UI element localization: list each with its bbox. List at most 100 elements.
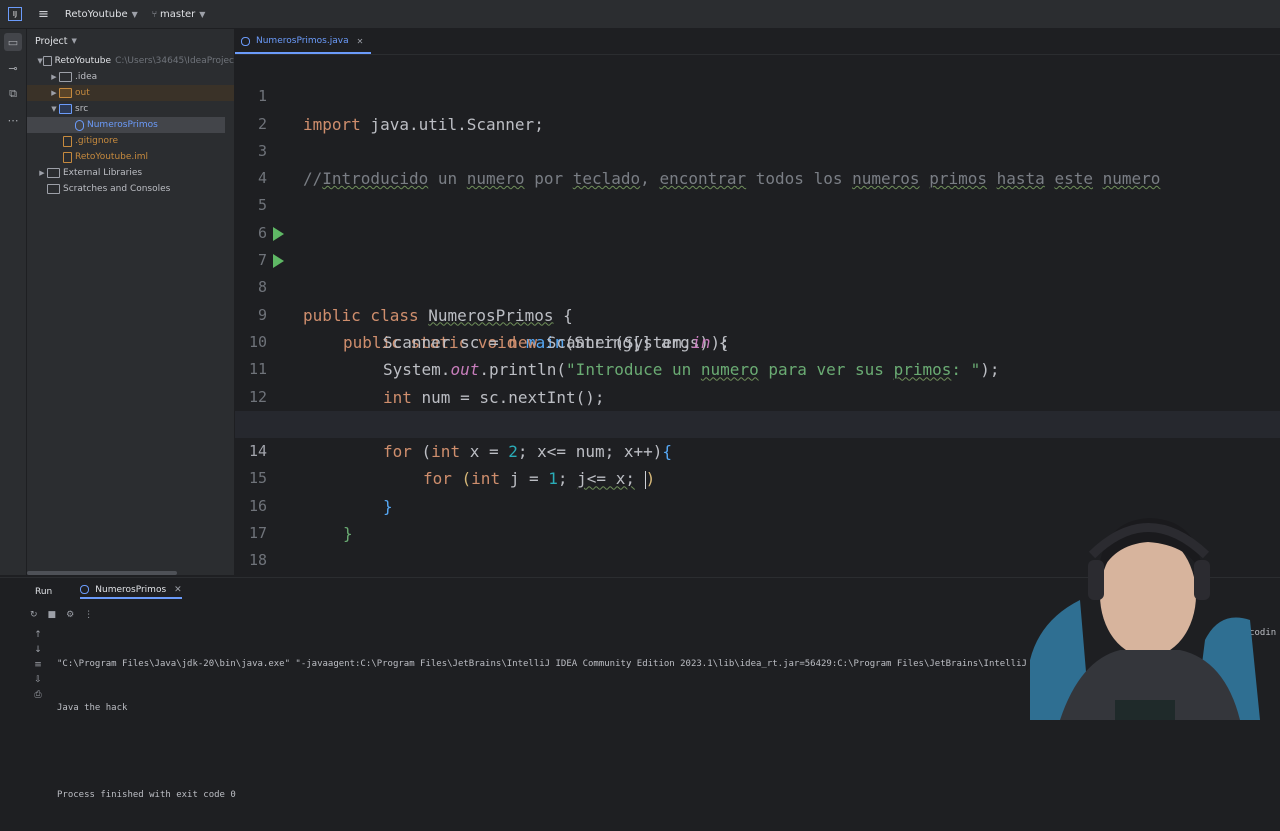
code-line-current: 14 for (int j = 1; j<= x; ): [235, 410, 1280, 489]
tree-item-label: Scratches and Consoles: [63, 184, 171, 194]
folder-icon: [59, 104, 72, 114]
folder-icon: [59, 72, 72, 82]
console-line: Process finished with exit code 0: [57, 789, 236, 800]
structure-icon[interactable]: ⧉: [4, 85, 22, 103]
editor-tabs: NumerosPrimos.java ✕: [235, 29, 1280, 55]
main-menu-icon[interactable]: ≡: [38, 7, 49, 22]
folder-icon: [43, 56, 52, 66]
tree-item-label: NumerosPrimos: [87, 120, 158, 130]
code-line: 7 public class NumerosPrimos {: [235, 220, 1280, 325]
ignore-file-icon: [63, 135, 72, 147]
java-class-icon: [80, 585, 90, 594]
tab-label: NumerosPrimos.java: [256, 36, 349, 46]
project-panel: Project ▼ ▼ RetoYoutube C:\Users\34645\I…: [27, 29, 234, 575]
branch-label: master: [160, 8, 196, 20]
tree-item-iml[interactable]: RetoYoutube.iml: [27, 149, 234, 165]
more-icon[interactable]: ⋮: [84, 610, 93, 620]
tree-item-numerosprimos[interactable]: NumerosPrimos: [27, 117, 225, 133]
chevron-down-icon: ▼: [199, 9, 206, 19]
scratches-icon: [47, 184, 60, 194]
arrow-up-icon[interactable]: ↑: [32, 630, 44, 645]
tree-item-out[interactable]: ▶ out: [27, 85, 234, 101]
console-output[interactable]: "C:\Program Files\Java\jdk-20\bin\java.e…: [57, 628, 1054, 831]
folder-icon: [59, 88, 72, 98]
tree-item-label: .gitignore: [75, 136, 119, 146]
line-number: 18: [248, 551, 267, 570]
tree-item-idea[interactable]: ▶ .idea: [27, 69, 234, 85]
chevron-right-icon[interactable]: ▶: [37, 169, 47, 177]
code-line: 16 }: [235, 465, 1280, 543]
settings-icon[interactable]: ⚙: [66, 610, 74, 620]
code-line: 2: [235, 83, 1280, 133]
code-line: 5: [235, 165, 1280, 214]
chevron-right-icon[interactable]: ▶: [49, 89, 59, 97]
tab-run-numerosprimos[interactable]: NumerosPrimos ✕: [80, 584, 182, 599]
tree-item-src[interactable]: ▼ src: [27, 101, 234, 117]
branch-icon: ⑂: [151, 9, 161, 20]
tree-item-label: src: [75, 104, 89, 114]
code-line: 9 Scanner sc = new Scanner(System.in);: [235, 274, 1280, 352]
chevron-down-icon: ▼: [71, 37, 77, 45]
code-area[interactable]: 1 import java.util.Scanner; 2 3 //Introd…: [235, 56, 1280, 598]
close-icon[interactable]: ✕: [174, 585, 182, 595]
code-line: 12: [235, 356, 1280, 406]
chevron-down-icon[interactable]: ▼: [49, 105, 59, 113]
chevron-right-icon[interactable]: ▶: [49, 73, 59, 81]
code-line: 15 }: [235, 438, 1280, 515]
run-panel-title: Run: [35, 586, 53, 597]
streamer-image: [1030, 518, 1260, 720]
rerun-icon[interactable]: ↻: [30, 610, 38, 620]
commit-icon[interactable]: ⊸: [4, 59, 22, 77]
console-line: Java the hack: [57, 702, 128, 713]
code-line: 8 public static void main(String[] args)…: [235, 247, 1280, 352]
run-main-icon[interactable]: [273, 254, 284, 269]
code-line: 3 //Introducido un numero por teclado, e…: [235, 111, 1280, 188]
code-line: 6: [235, 192, 1280, 242]
tree-item-external-libraries[interactable]: ▶ External Libraries: [27, 165, 234, 181]
library-icon: [47, 168, 60, 178]
code-line: 11 int num = sc.nextInt();: [235, 329, 1280, 406]
arrow-down-icon[interactable]: ↓: [32, 645, 44, 660]
branch-switcher[interactable]: ⑂ master: [152, 9, 196, 20]
code-line: 1 import java.util.Scanner;: [235, 56, 1280, 133]
chevron-down-icon: ▼: [131, 9, 138, 19]
run-toolbar: ↻ ■ ⚙ ⋮: [30, 610, 93, 620]
stop-icon[interactable]: ■: [48, 610, 57, 620]
tree-item-gitignore[interactable]: .gitignore: [27, 133, 234, 149]
tree-item-label: External Libraries: [63, 168, 143, 178]
project-panel-header[interactable]: Project ▼: [27, 29, 234, 53]
code-line: 13 for (int x = 2; x<= num; x++){: [235, 384, 1280, 461]
tree-item-retoyoutube[interactable]: ▼ RetoYoutube C:\Users\34645\IdeaProjec: [27, 53, 234, 69]
title-bar: IJ ≡ RetoYoutube ▼ ⑂ master ▼: [0, 0, 1280, 29]
project-panel-title: Project: [35, 35, 68, 47]
tool-window-strip: ▭ ⊸ ⧉ ⋯: [0, 29, 27, 575]
java-class-icon: [75, 119, 84, 131]
tab-label: NumerosPrimos: [95, 584, 167, 595]
scroll-to-end-icon[interactable]: ⇩: [32, 675, 44, 690]
webcam-overlay: [1020, 500, 1280, 720]
print-icon[interactable]: ⎙: [32, 690, 44, 705]
tree-item-label: RetoYoutube: [54, 56, 112, 66]
tree-item-path: C:\Users\34645\IdeaProjec: [115, 56, 234, 66]
tree-item-label: .idea: [75, 72, 98, 82]
more-icon[interactable]: ⋯: [4, 111, 22, 129]
code-line: 4: [235, 138, 1280, 187]
project-switcher[interactable]: RetoYoutube: [65, 9, 128, 20]
horizontal-scrollbar[interactable]: [27, 571, 177, 575]
tree-item-scratches[interactable]: Scratches and Consoles: [27, 181, 234, 197]
java-class-icon: [241, 36, 250, 46]
code-line: 10 System.out.println("Introduce un nume…: [235, 302, 1280, 379]
run-class-icon[interactable]: [273, 226, 284, 241]
console-side-toolbar: ↑ ↓ ≡ ⇩ ⎙: [32, 630, 44, 705]
console-line: "C:\Program Files\Java\jdk-20\bin\java.e…: [57, 659, 1054, 669]
tree-item-label: RetoYoutube.iml: [75, 152, 149, 162]
ide-logo-icon: IJ: [8, 7, 22, 21]
close-icon[interactable]: ✕: [357, 37, 364, 46]
project-folder-icon[interactable]: ▭: [4, 33, 22, 51]
code-editor[interactable]: NumerosPrimos.java ✕ 1 import java.util.…: [235, 29, 1280, 598]
module-file-icon: [63, 151, 72, 163]
soft-wrap-icon[interactable]: ≡: [32, 660, 44, 675]
tree-item-label: out: [75, 88, 90, 98]
tab-numerosprimos-java[interactable]: NumerosPrimos.java ✕: [235, 30, 372, 54]
